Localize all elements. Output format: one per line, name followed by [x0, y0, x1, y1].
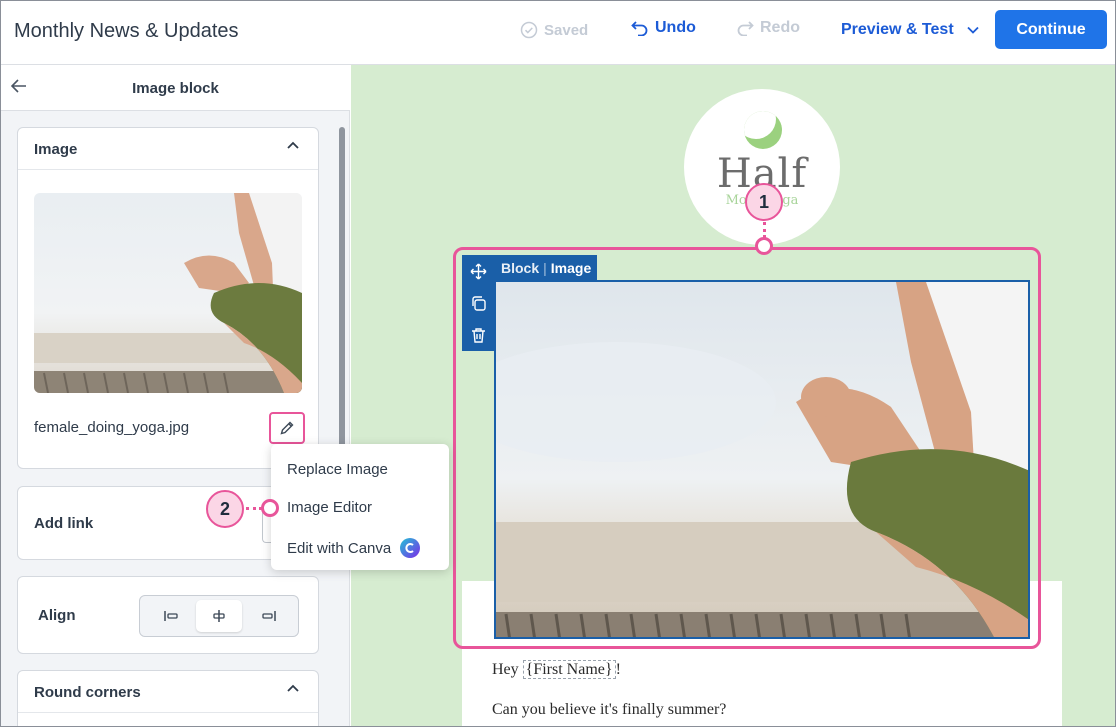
panel-title: Image block — [132, 80, 219, 97]
preview-test-dropdown[interactable]: Preview & Test — [841, 21, 980, 39]
chevron-up-icon[interactable] — [286, 140, 300, 150]
callout-1-target — [755, 237, 773, 255]
check-circle-icon — [520, 21, 538, 39]
callout-2-connector — [246, 507, 262, 510]
image-options-menu: Replace Image Image Editor Edit with Can… — [271, 444, 449, 570]
image-filename: female_doing_yoga.jpg — [34, 419, 190, 436]
callout-2: 2 — [206, 490, 244, 528]
pencil-icon — [280, 421, 294, 435]
preview-label: Preview & Test — [841, 21, 954, 38]
duplicate-icon[interactable] — [470, 295, 487, 312]
saved-label: Saved — [544, 21, 589, 39]
round-corners-header[interactable]: Round corners — [18, 671, 318, 713]
image-section: Image female_doing_yoga.jpg — [17, 127, 319, 469]
moon-logo-icon — [744, 111, 782, 149]
align-right-button[interactable] — [246, 600, 292, 632]
align-left-button[interactable] — [148, 600, 194, 632]
callout-2-target — [261, 499, 279, 517]
image-section-header[interactable]: Image — [18, 128, 318, 170]
align-section: Align — [17, 576, 319, 654]
image-section-label: Image — [34, 141, 78, 158]
greeting-prefix: Hey — [492, 661, 523, 678]
move-icon[interactable] — [470, 263, 487, 280]
menu-canva-label: Edit with Canva — [287, 539, 392, 557]
panel-scrollbar[interactable] — [339, 127, 345, 447]
menu-replace-image[interactable]: Replace Image — [287, 461, 388, 478]
saved-status: Saved — [520, 21, 588, 39]
align-segmented-control — [139, 595, 299, 637]
callout-1: 1 — [745, 183, 783, 221]
trash-icon[interactable] — [470, 327, 487, 344]
block-label-text: Block — [501, 260, 540, 276]
align-label: Align — [38, 607, 76, 624]
undo-label: Undo — [655, 19, 696, 36]
block-type-text: Image — [550, 260, 592, 276]
image-block-highlight — [453, 247, 1041, 649]
chevron-down-icon — [967, 26, 979, 34]
first-name-merge-tag[interactable]: {First Name} — [522, 660, 616, 679]
block-type-label: Block | Image — [495, 255, 598, 281]
image-thumbnail[interactable] — [34, 193, 302, 393]
align-left-icon — [164, 611, 178, 621]
continue-button[interactable]: Continue — [995, 10, 1107, 49]
greeting-line: Hey {First Name}! — [492, 660, 621, 679]
edit-image-button[interactable] — [269, 412, 305, 444]
block-toolbar — [462, 255, 495, 351]
top-bar: Monthly News & Updates Saved Undo Redo P… — [1, 1, 1115, 65]
undo-icon — [631, 21, 648, 36]
menu-edit-with-canva[interactable]: Edit with Canva — [287, 537, 421, 559]
align-center-button[interactable] — [196, 600, 242, 632]
email-canvas: Half Moon Yoga — [351, 65, 1115, 726]
redo-icon — [737, 21, 754, 36]
redo-button[interactable]: Redo — [736, 19, 800, 37]
block-label-separator: | — [543, 260, 547, 276]
logo[interactable]: Half Moon Yoga — [684, 89, 840, 245]
yoga-photo-thumbnail — [34, 193, 302, 393]
campaign-title[interactable]: Monthly News & Updates — [14, 20, 239, 43]
callout-1-connector — [763, 222, 766, 238]
chevron-up-icon[interactable] — [286, 683, 300, 693]
settings-panel: Image block Image female_doing_yoga.jpg … — [1, 65, 350, 726]
greeting-suffix: ! — [615, 661, 621, 678]
align-center-icon — [213, 610, 225, 622]
body-line-2: Can you believe it's finally summer? — [492, 701, 727, 718]
canva-icon — [400, 538, 421, 558]
app-window: Monthly News & Updates Saved Undo Redo P… — [0, 0, 1116, 727]
panel-header: Image block — [1, 65, 350, 111]
redo-label: Redo — [760, 19, 800, 36]
align-right-icon — [262, 611, 276, 621]
menu-image-editor[interactable]: Image Editor — [287, 499, 372, 516]
round-corners-label: Round corners — [34, 684, 141, 701]
undo-button[interactable]: Undo — [631, 19, 696, 37]
add-link-label: Add link — [34, 515, 94, 532]
round-corners-section: Round corners — [17, 670, 319, 726]
